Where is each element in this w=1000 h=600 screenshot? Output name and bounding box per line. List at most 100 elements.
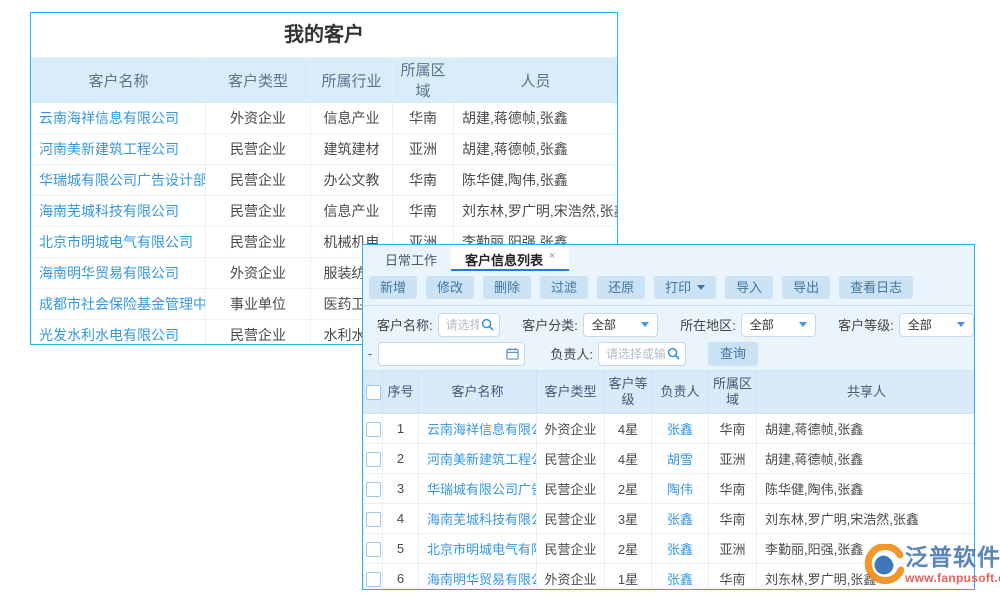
owner-field[interactable]	[604, 346, 667, 362]
column-header: 所属区域	[393, 58, 454, 103]
cell-people: 刘东林,罗广明,宋浩然,张鑫	[454, 196, 618, 227]
customer-name-link[interactable]: 云南海祥信息有限公司	[32, 103, 206, 134]
table-header-row: 序号客户名称客户类型客户等级负责人所属区域共享人	[364, 371, 976, 414]
button-label: 过滤	[551, 276, 577, 299]
checkbox-cell	[364, 444, 383, 474]
cell-type: 民营企业	[206, 320, 311, 346]
customer-name-link[interactable]: 海南芜城科技有限公司	[419, 504, 537, 534]
row-checkbox[interactable]	[366, 512, 381, 527]
cell-region: 华南	[393, 165, 454, 196]
cell-region: 亚洲	[393, 134, 454, 165]
owner-link[interactable]: 张鑫	[652, 504, 709, 534]
cell-industry: 建筑建材	[311, 134, 393, 165]
button-label: 新增	[380, 276, 406, 299]
customer-name-link[interactable]: 北京市明城电气有限公司	[32, 227, 206, 258]
row-checkbox[interactable]	[366, 422, 381, 437]
table-row: 华瑞城有限公司广告设计部民营企业办公文教华南陈华健,陶伟,张鑫	[32, 165, 618, 196]
row-checkbox[interactable]	[366, 572, 381, 587]
cell-no: 3	[383, 474, 419, 504]
customer-name-link[interactable]: 河南美新建筑工程公司	[32, 134, 206, 165]
customer-name-link[interactable]: 华瑞城有限公司广告设计部	[32, 165, 206, 196]
chevron-down-icon[interactable]	[697, 285, 705, 290]
cell-region: 华南	[393, 103, 454, 134]
customer-name-link[interactable]: 海南芜城科技有限公司	[32, 196, 206, 227]
customer-name-link[interactable]: 海南明华贸易有限公司	[419, 564, 537, 591]
owner-input[interactable]	[598, 342, 686, 366]
date-range-separator: -	[368, 346, 372, 361]
chevron-down-icon[interactable]	[641, 322, 649, 327]
table-row: 云南海祥信息有限公司外资企业信息产业华南胡建,蒋德帧,张鑫	[32, 103, 618, 134]
query-button[interactable]: 查询	[708, 342, 758, 366]
filter-button[interactable]: 过滤	[540, 276, 588, 299]
chevron-down-icon[interactable]	[957, 322, 965, 327]
modify-button[interactable]: 修改	[426, 276, 474, 299]
row-checkbox[interactable]	[366, 482, 381, 497]
customer-type-value: 全部	[592, 316, 616, 333]
checkbox-cell	[364, 474, 383, 504]
fanpu-logo-icon	[864, 544, 904, 586]
checkbox-cell	[364, 414, 383, 444]
cell-industry: 信息产业	[311, 196, 393, 227]
column-header: 客户名称	[32, 58, 206, 103]
table-row: 2河南美新建筑工程公司民营企业4星胡雪亚洲胡建,蒋德帧,张鑫	[364, 444, 976, 474]
cell-region: 华南	[709, 564, 757, 591]
cell-type: 民营企业	[206, 196, 311, 227]
grade-select[interactable]: 全部	[899, 313, 974, 337]
date-input[interactable]	[378, 342, 525, 366]
customer-name-input[interactable]	[438, 313, 501, 337]
district-label: 所在地区:	[680, 315, 736, 334]
date-field[interactable]	[384, 346, 506, 362]
button-label: 打印	[665, 276, 691, 299]
owner-link[interactable]: 张鑫	[652, 564, 709, 591]
tab-label: 客户信息列表	[465, 253, 543, 268]
customer-type-select[interactable]: 全部	[583, 313, 658, 337]
add-button[interactable]: 新增	[369, 276, 417, 299]
district-select[interactable]: 全部	[741, 313, 816, 337]
view-log-button[interactable]: 查看日志	[839, 276, 913, 299]
delete-button[interactable]: 删除	[483, 276, 531, 299]
owner-link[interactable]: 张鑫	[652, 414, 709, 444]
tab-customer-info-list[interactable]: 客户信息列表 ×	[451, 245, 569, 271]
close-icon[interactable]: ×	[549, 250, 555, 262]
cell-type: 外资企业	[206, 258, 311, 289]
customer-name-link[interactable]: 北京市明城电气有限公司	[419, 534, 537, 564]
cell-type: 民营企业	[206, 165, 311, 196]
column-header: 负责人	[652, 371, 709, 414]
owner-link[interactable]: 陶伟	[652, 474, 709, 504]
page-title: 我的客户	[31, 13, 617, 57]
cell-grade: 1星	[605, 564, 652, 591]
print-button[interactable]: 打印	[654, 276, 716, 299]
cell-industry: 办公文教	[311, 165, 393, 196]
chevron-down-icon[interactable]	[799, 322, 807, 327]
customer-name-field[interactable]	[444, 317, 482, 333]
cell-people: 胡建,蒋德帧,张鑫	[454, 103, 618, 134]
owner-link[interactable]: 张鑫	[652, 534, 709, 564]
cell-no: 2	[383, 444, 419, 474]
owner-link[interactable]: 胡雪	[652, 444, 709, 474]
search-icon[interactable]	[667, 347, 680, 360]
cell-type: 民营企业	[537, 444, 605, 474]
customer-name-link[interactable]: 云南海祥信息有限公司	[419, 414, 537, 444]
customer-name-link[interactable]: 河南美新建筑工程公司	[419, 444, 537, 474]
row-checkbox[interactable]	[366, 452, 381, 467]
calendar-icon[interactable]	[506, 347, 519, 360]
customer-name-link[interactable]: 光发水利水电有限公司	[32, 320, 206, 346]
search-icon[interactable]	[481, 318, 494, 331]
cell-share: 胡建,蒋德帧,张鑫	[757, 444, 976, 474]
column-header: 序号	[383, 371, 419, 414]
customer-name-link[interactable]: 成都市社会保险基金管理中心	[32, 289, 206, 320]
brand-url: www.fanpusoft.com	[905, 571, 1000, 585]
restore-button[interactable]: 还原	[597, 276, 645, 299]
cell-region: 华南	[709, 474, 757, 504]
import-button[interactable]: 导入	[725, 276, 773, 299]
toolbar: 新增修改删除过滤还原打印 导入导出查看日志	[363, 271, 974, 306]
tab-daily-work[interactable]: 日常工作	[371, 245, 451, 271]
customer-name-link[interactable]: 华瑞城有限公司广告设...	[419, 474, 537, 504]
select-all-checkbox[interactable]	[366, 385, 381, 400]
table-row: 河南美新建筑工程公司民营企业建筑建材亚洲胡建,蒋德帧,张鑫	[32, 134, 618, 165]
cell-type: 外资企业	[537, 564, 605, 591]
cell-grade: 4星	[605, 414, 652, 444]
export-button[interactable]: 导出	[782, 276, 830, 299]
customer-name-link[interactable]: 海南明华贸易有限公司	[32, 258, 206, 289]
row-checkbox[interactable]	[366, 542, 381, 557]
